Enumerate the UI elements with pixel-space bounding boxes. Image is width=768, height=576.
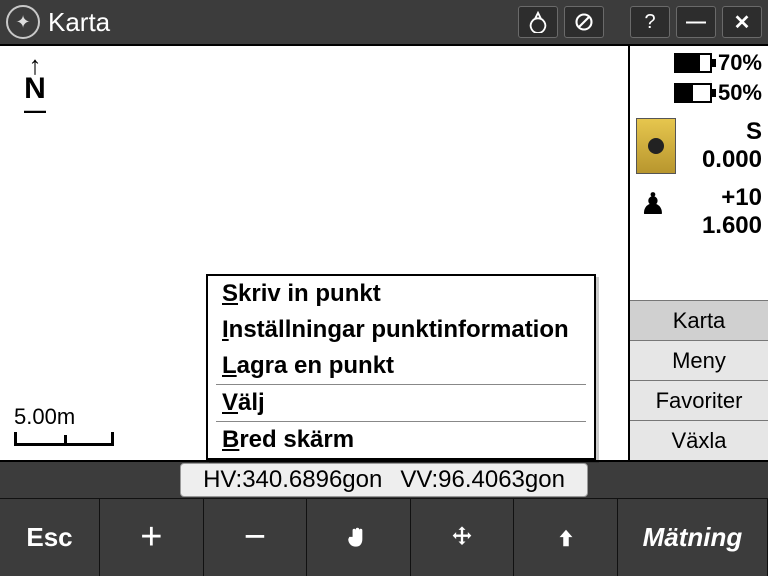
close-button[interactable]: ✕ [722,6,762,38]
titlebar-buttons-left [518,6,604,38]
prism-height: 1.600 [702,212,762,240]
side-btn-karta[interactable]: Karta [630,300,768,340]
vv-label: VV: [400,466,438,493]
instrument-face: S [702,118,762,146]
battery-icon [674,53,712,73]
prism-offset: +10 [702,184,762,212]
softkey-zoom-in[interactable]: + [100,498,204,576]
close-icon: ✕ [734,10,751,35]
titlebar: ✦ Karta ? — ✕ [0,0,768,44]
scale-label: 5.00m [14,404,114,430]
hv-value: 340.6896gon [242,466,382,493]
softkey-esc[interactable]: Esc [0,498,100,576]
battery-1-pct: 70% [718,50,762,76]
softkey-move[interactable] [411,498,515,576]
softkey-matning[interactable]: Mätning [618,498,768,576]
right-status-panel: 70% 50% S 0.000 ♟ +10 1.600 [628,46,768,460]
minus-icon: − [244,516,266,559]
ctx-item-installningar[interactable]: Inställningar punktinformation [208,312,594,348]
hand-icon [345,525,371,551]
orient-icon [527,11,549,33]
instrument-distance: 0.000 [702,146,762,174]
hv-label: HV: [203,466,242,493]
north-indicator: ↑ N — [24,58,46,117]
plus-icon: + [140,516,162,559]
prism-icon: ♟ [636,184,670,224]
ctx-item-bred-skarm[interactable]: Bred skärm [208,422,594,458]
scale-indicator: 5.00m [14,404,114,446]
battery-2: 50% [630,80,768,110]
battery-2-pct: 50% [718,80,762,106]
cancel-round-button[interactable] [564,6,604,38]
help-button[interactable]: ? [630,6,670,38]
titlebar-title: Karta [48,7,510,38]
scale-bar-icon [14,432,114,446]
softkey-page-up[interactable] [514,498,618,576]
north-tick-icon: — [24,104,46,117]
side-btn-favoriter[interactable]: Favoriter [630,380,768,420]
cancel-icon [574,12,594,32]
total-station-icon [636,118,676,174]
help-icon: ? [644,11,655,34]
context-menu: Skriv in punkt Inställningar punktinform… [206,274,596,460]
ctx-item-lagra-en-punkt[interactable]: Lagra en punkt [208,348,594,384]
instrument-status[interactable]: S 0.000 [630,116,768,176]
map-canvas[interactable]: ↑ N — 5.00m Skriv in punkt Inställningar… [0,46,628,460]
ctx-item-skriv-in-punkt[interactable]: Skriv in punkt [208,276,594,312]
softkey-bar: Esc + − Mätning [0,498,768,576]
battery-1: 70% [630,46,768,80]
softkey-zoom-out[interactable]: − [204,498,308,576]
prism-status[interactable]: ♟ +10 1.600 [630,180,768,243]
ctx-item-valj[interactable]: Välj [208,385,594,421]
minimize-button[interactable]: — [676,6,716,38]
vv-value: 96.4063gon [438,466,565,493]
minimize-icon: — [686,11,706,34]
titlebar-buttons-right: ? — ✕ [630,6,762,38]
orient-button[interactable] [518,6,558,38]
softkey-pan[interactable] [307,498,411,576]
status-bar: HV:340.6896gon VV:96.4063gon [0,462,768,498]
side-btn-meny[interactable]: Meny [630,340,768,380]
angle-readout: HV:340.6896gon VV:96.4063gon [180,463,588,497]
move-icon [448,524,476,552]
battery-icon [674,83,712,103]
app-logo-icon: ✦ [6,5,40,39]
arrow-up-icon [555,525,577,551]
side-btn-vaxla[interactable]: Växla [630,420,768,460]
